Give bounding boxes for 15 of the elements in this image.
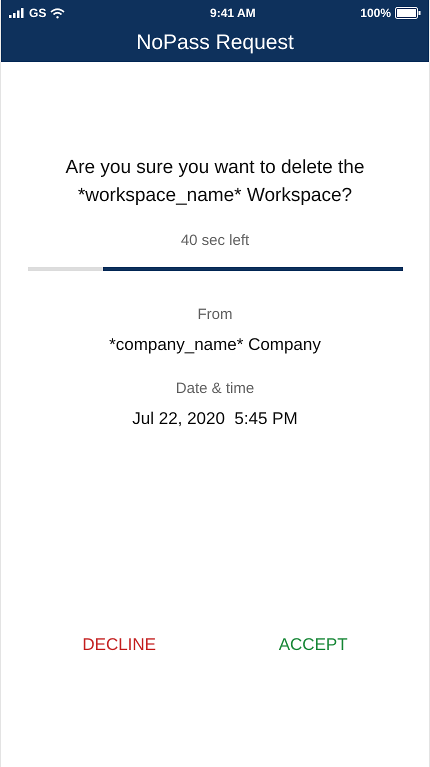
carrier-name: GS — [29, 5, 46, 22]
detail-label: Date & time — [176, 378, 254, 398]
confirmation-question: Are you sure you want to delete the *workspace_name* Workspace? — [64, 156, 366, 208]
detail-label: From — [197, 304, 232, 324]
status-time: 9:41 AM — [210, 5, 256, 22]
detail-value: *company_name* Company — [109, 334, 321, 356]
battery-percent: 100% — [360, 5, 391, 22]
wifi-icon — [50, 8, 66, 18]
accept-button[interactable]: ACCEPT — [270, 628, 356, 661]
battery-icon — [395, 7, 421, 19]
countdown-text: 40 sec left — [180, 231, 250, 251]
signal-icon — [9, 8, 25, 18]
decline-button[interactable]: DECLINE — [74, 628, 164, 661]
screen-title: NoPass Request — [136, 30, 294, 56]
detail-value: Jul 22, 2020 5:45 PM — [132, 408, 298, 430]
